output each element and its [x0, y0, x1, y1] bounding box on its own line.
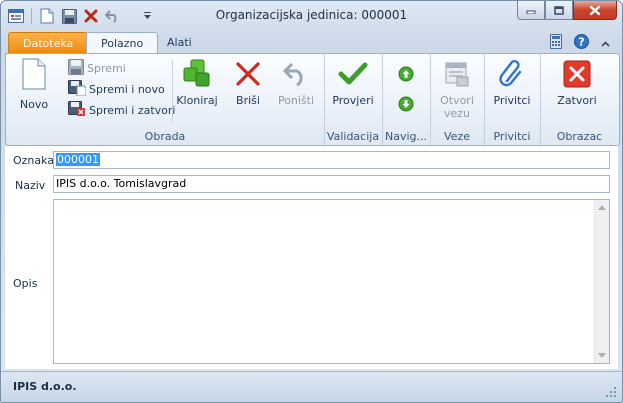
help-icon[interactable]: ? [574, 34, 589, 52]
spremi-i-novo-button[interactable]: Spremi i novo [68, 79, 165, 99]
calculator-icon[interactable] [550, 34, 562, 52]
group-validacija-label: Validacija [326, 130, 380, 143]
group-obrazac-label: Obrazac [556, 130, 603, 143]
group-validacija: Provjeri Validacija [324, 54, 383, 145]
clone-icon [181, 58, 213, 90]
close-button[interactable] [573, 1, 617, 20]
status-bar: IPIS d.o.o. [1, 371, 622, 402]
maximize-button[interactable] [545, 1, 573, 20]
spremi-i-novo-label: Spremi i novo [89, 82, 165, 96]
delete-icon [232, 58, 264, 90]
ponisti-button[interactable]: Poništi [274, 58, 318, 107]
novo-label: Novo [19, 98, 49, 111]
group-veze: Otvori vezu Veze [430, 54, 485, 145]
minimize-button[interactable] [517, 1, 545, 20]
opis-label: Opis [13, 277, 38, 290]
tab-alati[interactable]: Alati [153, 32, 206, 53]
collapse-ribbon-icon[interactable] [601, 37, 610, 50]
otvori-vezu-button[interactable]: Otvori vezu [436, 58, 478, 120]
window-controls [517, 1, 617, 20]
ribbon-tabs: Datoteka Polazno Alati ? [1, 31, 622, 54]
privitci-btn-label: Privitci [493, 94, 531, 107]
kloniraj-label: Kloniraj [176, 94, 218, 107]
tab-datoteka[interactable]: Datoteka [8, 32, 89, 53]
oznaka-value: 000001 [56, 153, 100, 166]
zatvori-label: Zatvori [557, 94, 597, 107]
group-veze-label: Veze [444, 130, 470, 143]
navigate-down-icon[interactable] [398, 96, 414, 115]
spremi-label: Spremi [87, 61, 126, 75]
naziv-value: IPIS d.o.o. Tomislavgrad [56, 177, 187, 190]
otvori-vezu-label-2: vezu [443, 107, 471, 120]
group-obrada-label: Obrada [144, 130, 186, 143]
ribbon-right-icons: ? [550, 34, 610, 52]
opis-scrollbar[interactable] [594, 200, 609, 363]
group-obrada: Novo Spremi Spremi i novo Spremi i zatvo… [6, 54, 325, 145]
check-icon [337, 58, 369, 90]
svg-text:?: ? [578, 36, 584, 49]
save-new-icon [68, 79, 87, 99]
group-privitci: Privitci Privitci [484, 54, 541, 145]
spremi-i-zatvori-label: Spremi i zatvori [89, 103, 176, 117]
brisi-label: Briši [236, 94, 260, 107]
privitci-button[interactable]: Privitci [490, 58, 534, 107]
spremi-button[interactable]: Spremi [68, 58, 126, 78]
form-area: Oznaka 000001 Naziv IPIS d.o.o. Tomislav… [5, 146, 618, 369]
title-bar: Organizacijska jedinica: 000001 [1, 1, 622, 31]
provjeri-button[interactable]: Provjeri [330, 58, 376, 107]
zatvori-button[interactable]: Zatvori [554, 58, 600, 107]
obrada-separator [172, 60, 173, 122]
group-navigacija-label: Navig... [384, 130, 427, 143]
window: Organizacijska jedinica: 000001 Datoteka… [0, 0, 623, 403]
spremi-i-zatvori-button[interactable]: Spremi i zatvori [68, 100, 176, 120]
naziv-label: Naziv [15, 179, 46, 192]
close-icon [561, 58, 593, 90]
otvori-vezu-label-1: Otvori [440, 94, 474, 107]
ponisti-label: Poništi [277, 94, 315, 107]
novo-button[interactable]: Novo [12, 58, 56, 111]
group-privitci-label: Privitci [493, 130, 531, 143]
kloniraj-button[interactable]: Kloniraj [176, 58, 218, 107]
paperclip-icon [496, 58, 528, 90]
save-close-icon [68, 100, 86, 120]
navigate-up-icon[interactable] [398, 66, 414, 85]
naziv-input[interactable]: IPIS d.o.o. Tomislavgrad [53, 175, 610, 193]
undo-icon [280, 58, 312, 90]
scroll-up-arrow-icon[interactable] [598, 205, 606, 210]
save-icon [68, 58, 84, 78]
status-text: IPIS d.o.o. [13, 380, 77, 393]
tab-polazno[interactable]: Polazno [86, 32, 159, 54]
new-document-icon [18, 58, 50, 90]
opis-textarea[interactable] [53, 199, 610, 364]
brisi-button[interactable]: Briši [230, 58, 266, 107]
group-obrazac: Zatvori Obrazac [540, 54, 619, 145]
provjeri-label: Provjeri [332, 94, 374, 107]
oznaka-label: Oznaka [13, 154, 55, 167]
oznaka-input[interactable]: 000001 [53, 151, 610, 169]
form-link-icon [441, 58, 473, 90]
ribbon: Novo Spremi Spremi i novo Spremi i zatvo… [5, 53, 620, 146]
resize-grip-icon[interactable] [606, 387, 616, 397]
group-navigacija: Navig... [382, 54, 431, 145]
scroll-down-arrow-icon[interactable] [598, 353, 606, 358]
